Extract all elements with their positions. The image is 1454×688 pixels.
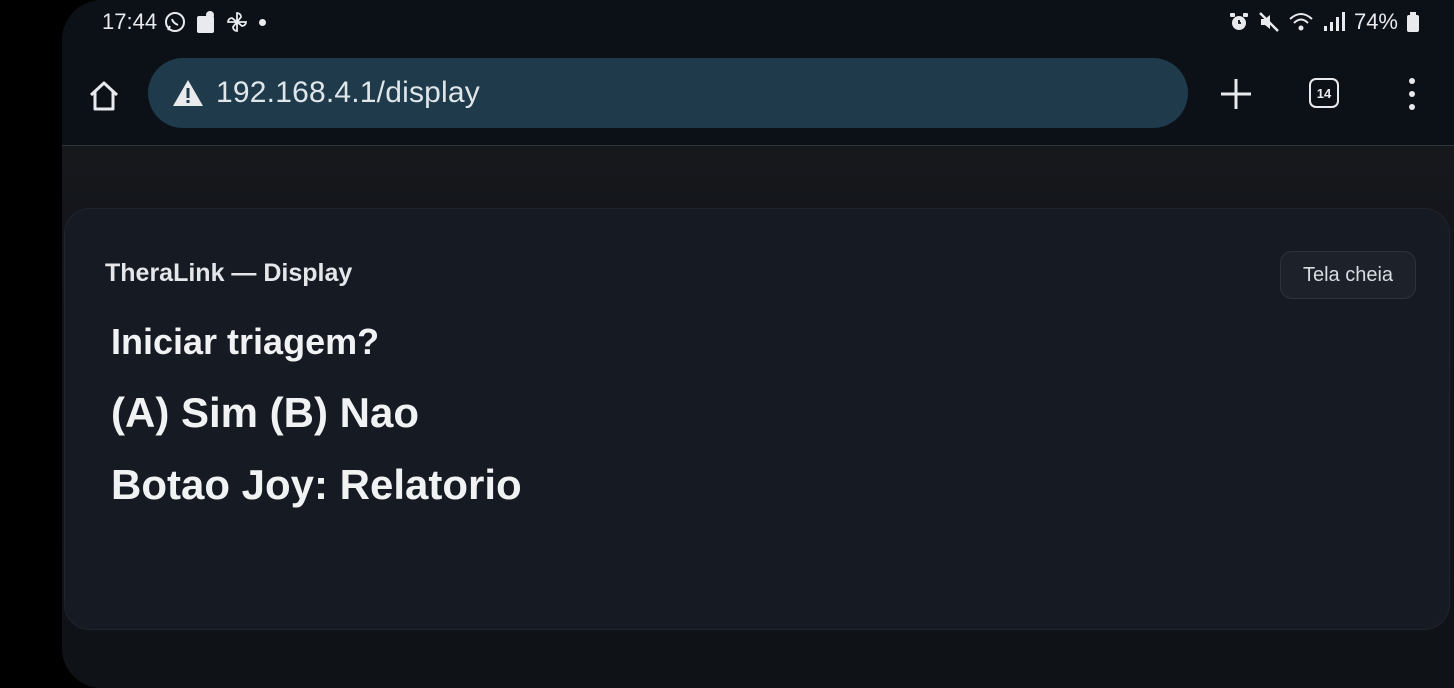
address-bar[interactable]: 192.168.4.1/display (148, 58, 1188, 128)
display-card: TheraLink — Display Tela cheia Iniciar t… (64, 208, 1450, 630)
url-text[interactable]: 192.168.4.1/display (216, 76, 480, 110)
home-icon (89, 81, 119, 111)
wifi-icon (1288, 11, 1314, 33)
pinwheel-icon (225, 10, 249, 34)
browser-chrome: 17:44 74% 192.168.4.1/display 14 (62, 0, 1454, 146)
signal-icon (1322, 11, 1346, 33)
status-bar-left: 17:44 (102, 6, 267, 38)
web-page: TheraLink — Display Tela cheia Iniciar t… (62, 146, 1454, 688)
whatsapp-icon (163, 10, 187, 34)
status-time: 17:44 (102, 9, 158, 34)
home-button[interactable] (84, 76, 124, 116)
fullscreen-button[interactable]: Tela cheia (1280, 251, 1416, 299)
notification-icon (193, 9, 219, 35)
device-screen: 17:44 74% 192.168.4.1/display 14 TheraLi… (62, 0, 1454, 688)
display-line-3: Botao Joy: Relatorio (111, 461, 522, 508)
mute-icon (1258, 11, 1280, 33)
dot-icon (259, 18, 267, 26)
tab-switcher-icon[interactable]: 14 (1309, 78, 1339, 108)
alarm-icon (1228, 11, 1250, 33)
tab-count: 14 (1316, 85, 1332, 101)
more-menu-icon[interactable] (1400, 78, 1424, 110)
battery-icon (1406, 11, 1420, 33)
display-line-2: (A) Sim (B) Nao (111, 389, 419, 436)
status-bar-right: 74% (1228, 6, 1420, 38)
not-secure-warning-icon[interactable] (172, 79, 204, 107)
new-tab-plus-icon (1221, 79, 1251, 109)
display-line-1: Iniciar triagem? (111, 321, 380, 362)
battery-percent: 74% (1353, 9, 1398, 34)
card-title: TheraLink — Display (105, 259, 353, 287)
new-tab-button[interactable] (1218, 76, 1254, 112)
